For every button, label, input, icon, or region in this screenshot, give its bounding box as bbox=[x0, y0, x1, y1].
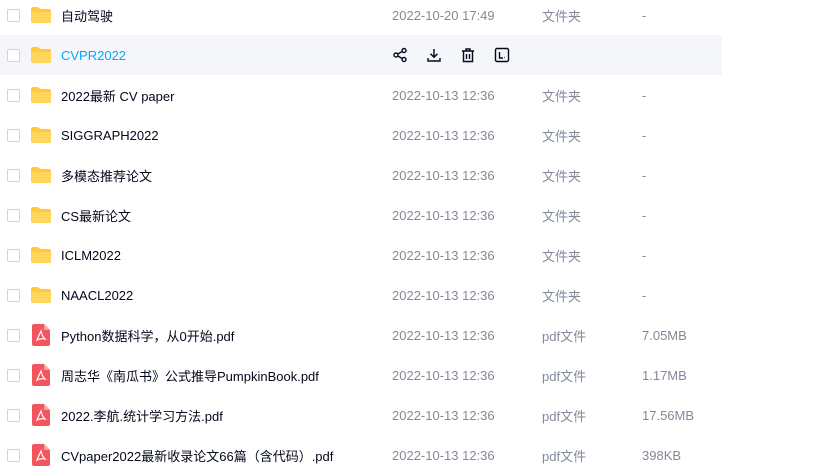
row-checkbox[interactable] bbox=[7, 88, 20, 102]
file-date: 2022-10-13 12:36 bbox=[392, 367, 495, 383]
file-type: 文件夹 bbox=[542, 208, 582, 224]
file-size: - bbox=[642, 287, 647, 303]
file-type: 文件夹 bbox=[542, 88, 582, 104]
file-type: pdf文件 bbox=[542, 448, 587, 464]
folder-icon bbox=[30, 204, 52, 226]
file-date: 2022-10-13 12:36 bbox=[392, 127, 495, 143]
file-name[interactable]: CVPR2022 bbox=[61, 48, 126, 63]
file-type: 文件夹 bbox=[542, 248, 582, 264]
folder-icon bbox=[30, 44, 52, 66]
folder-icon bbox=[30, 124, 52, 146]
file-type: pdf文件 bbox=[542, 408, 587, 424]
file-name[interactable]: Python数据科学，从0开始.pdf bbox=[61, 326, 234, 345]
file-date: 2022-10-13 12:36 bbox=[392, 247, 495, 263]
file-size: - bbox=[642, 167, 647, 183]
row-actions bbox=[390, 45, 512, 65]
file-size: - bbox=[642, 207, 647, 223]
file-size: - bbox=[642, 127, 647, 143]
file-date: 2022-10-13 12:36 bbox=[392, 447, 495, 463]
file-row[interactable]: Python数据科学，从0开始.pdf 2022-10-13 12:36 pdf… bbox=[0, 315, 722, 355]
pdf-icon bbox=[30, 364, 52, 386]
file-name[interactable]: CVpaper2022最新收录论文66篇（含代码）.pdf bbox=[61, 446, 333, 465]
file-row[interactable]: 2022.李航.统计学习方法.pdf 2022-10-13 12:36 pdf文… bbox=[0, 395, 722, 435]
file-list: 自动驾驶 2022-10-20 17:49 文件夹 - CVPR2022 202… bbox=[0, 0, 817, 473]
file-row[interactable]: 多模态推荐论文 2022-10-13 12:36 文件夹 - bbox=[0, 155, 722, 195]
file-size: 1.17MB bbox=[642, 367, 687, 383]
file-date: 2022-10-13 12:36 bbox=[392, 287, 495, 303]
delete-icon[interactable] bbox=[458, 45, 478, 65]
folder-icon bbox=[30, 84, 52, 106]
folder-icon bbox=[30, 244, 52, 266]
row-checkbox[interactable] bbox=[7, 208, 20, 222]
file-size: - bbox=[642, 87, 647, 103]
file-name[interactable]: 2022.李航.统计学习方法.pdf bbox=[61, 406, 223, 425]
folder-icon bbox=[30, 4, 52, 26]
file-row[interactable]: 2022最新 CV paper 2022-10-13 12:36 文件夹 - bbox=[0, 75, 722, 115]
file-name[interactable]: NAACL2022 bbox=[61, 288, 133, 303]
pdf-icon bbox=[30, 324, 52, 346]
row-checkbox[interactable] bbox=[7, 408, 20, 422]
file-date: 2022-10-13 12:36 bbox=[392, 327, 495, 343]
rename-icon[interactable] bbox=[492, 45, 512, 65]
file-row[interactable]: CVPR2022 bbox=[0, 35, 722, 75]
file-size: - bbox=[642, 247, 647, 263]
file-date: 2022-10-13 12:36 bbox=[392, 167, 495, 183]
row-checkbox[interactable] bbox=[7, 448, 20, 462]
file-row[interactable]: 自动驾驶 2022-10-20 17:49 文件夹 - bbox=[0, 0, 722, 35]
file-type: pdf文件 bbox=[542, 328, 587, 344]
file-row[interactable]: ICLM2022 2022-10-13 12:36 文件夹 - bbox=[0, 235, 722, 275]
file-type: 文件夹 bbox=[542, 128, 582, 144]
file-name[interactable]: 自动驾驶 bbox=[61, 6, 113, 25]
file-size: 398KB bbox=[642, 447, 682, 463]
row-checkbox[interactable] bbox=[7, 48, 20, 62]
file-size: - bbox=[642, 7, 647, 23]
file-date: 2022-10-13 12:36 bbox=[392, 87, 495, 103]
file-name[interactable]: CS最新论文 bbox=[61, 206, 131, 225]
file-type: 文件夹 bbox=[542, 8, 582, 24]
file-type: 文件夹 bbox=[542, 288, 582, 304]
file-size: 17.56MB bbox=[642, 407, 695, 423]
file-name[interactable]: SIGGRAPH2022 bbox=[61, 128, 159, 143]
file-row[interactable]: CVpaper2022最新收录论文66篇（含代码）.pdf 2022-10-13… bbox=[0, 435, 722, 475]
file-type: 文件夹 bbox=[542, 168, 582, 184]
row-checkbox[interactable] bbox=[7, 288, 20, 302]
file-date: 2022-10-20 17:49 bbox=[392, 7, 495, 23]
row-checkbox[interactable] bbox=[7, 8, 20, 22]
share-icon[interactable] bbox=[390, 45, 410, 65]
file-size: 7.05MB bbox=[642, 327, 687, 343]
file-row[interactable]: SIGGRAPH2022 2022-10-13 12:36 文件夹 - bbox=[0, 115, 722, 155]
file-row[interactable]: NAACL2022 2022-10-13 12:36 文件夹 - bbox=[0, 275, 722, 315]
row-checkbox[interactable] bbox=[7, 368, 20, 382]
file-name[interactable]: ICLM2022 bbox=[61, 248, 121, 263]
folder-icon bbox=[30, 284, 52, 306]
pdf-icon bbox=[30, 404, 52, 426]
folder-icon bbox=[30, 164, 52, 186]
file-name[interactable]: 多模态推荐论文 bbox=[61, 166, 152, 185]
file-type: pdf文件 bbox=[542, 368, 587, 384]
download-icon[interactable] bbox=[424, 45, 444, 65]
row-checkbox[interactable] bbox=[7, 168, 20, 182]
file-name[interactable]: 周志华《南瓜书》公式推导PumpkinBook.pdf bbox=[61, 366, 319, 385]
file-name[interactable]: 2022最新 CV paper bbox=[61, 86, 174, 105]
file-row[interactable]: 周志华《南瓜书》公式推导PumpkinBook.pdf 2022-10-13 1… bbox=[0, 355, 722, 395]
pdf-icon bbox=[30, 444, 52, 466]
file-row[interactable]: CS最新论文 2022-10-13 12:36 文件夹 - bbox=[0, 195, 722, 235]
file-date: 2022-10-13 12:36 bbox=[392, 407, 495, 423]
row-checkbox[interactable] bbox=[7, 328, 20, 342]
row-checkbox[interactable] bbox=[7, 248, 20, 262]
row-checkbox[interactable] bbox=[7, 128, 20, 142]
file-date: 2022-10-13 12:36 bbox=[392, 207, 495, 223]
